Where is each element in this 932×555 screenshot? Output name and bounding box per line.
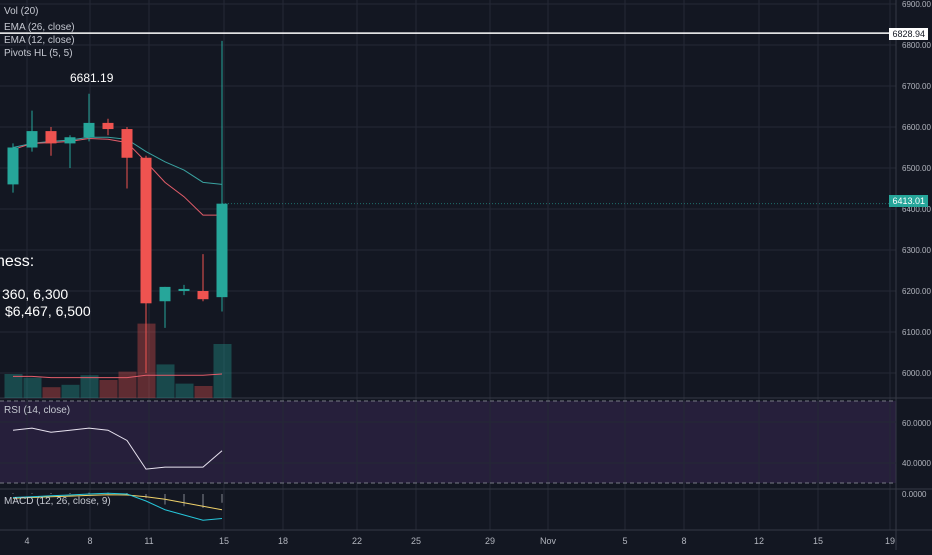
time-axis-tick: 22	[352, 536, 362, 546]
price-axis-tick: 6700.00	[902, 82, 931, 91]
time-axis-tick: 5	[622, 536, 627, 546]
volume-bar	[156, 364, 175, 398]
legend-ema12[interactable]: EMA (12, close)	[4, 35, 75, 46]
rsi-axis-tick: 60.0000	[902, 419, 931, 428]
current-price-label: 6413.01	[889, 195, 928, 207]
price-axis-tick: 6900.00	[902, 0, 931, 9]
price-axis-tick: 6600.00	[902, 123, 931, 132]
price-axis-tick: 6100.00	[902, 328, 931, 337]
time-axis-tick: 19	[885, 536, 895, 546]
time-axis-tick: 15	[219, 536, 229, 546]
price-axis-tick: 6000.00	[902, 369, 931, 378]
candle-body[interactable]	[83, 122, 95, 138]
candle-body[interactable]	[121, 129, 133, 158]
overlay-text-line2: 360, 6,300	[2, 286, 69, 302]
time-axis-tick: 29	[485, 536, 495, 546]
candle-body[interactable]	[178, 288, 190, 291]
volume-bar	[213, 344, 232, 398]
price-axis-tick: 6800.00	[902, 41, 931, 50]
chart-window[interactable]: 6900.00 6800.00 6700.00 6600.00 6500.00 6400.…	[0, 0, 932, 550]
price-axis-tick: 6200.00	[902, 287, 931, 296]
volume-bar	[118, 371, 137, 398]
time-axis-tick: 8	[681, 536, 686, 546]
legend-pivots[interactable]: Pivots HL (5, 5)	[4, 48, 73, 59]
horizontal-line-price-label: 6828.94	[889, 28, 928, 40]
time-axis-tick: 18	[278, 536, 288, 546]
legend-ema26[interactable]: EMA (26, close)	[4, 22, 75, 33]
volume-bar	[4, 374, 23, 398]
time-axis-tick: 4	[24, 536, 29, 546]
pivot-high-label: 6681.19	[70, 71, 114, 85]
volume-bar	[61, 384, 80, 398]
time-axis-tick: 8	[87, 536, 92, 546]
volume-bar	[23, 377, 42, 398]
legend-macd[interactable]: MACD (12, 26, close, 9)	[4, 496, 111, 507]
chart-canvas[interactable]: 6900.006800.006700.006600.006500.006400.…	[0, 0, 932, 550]
overlay-text-line1: ness:	[0, 253, 35, 270]
price-axis-tick: 6500.00	[902, 164, 931, 173]
volume-bar	[194, 386, 213, 398]
time-axis-tick: 25	[411, 536, 421, 546]
volume-bar	[42, 387, 61, 398]
price-axis-tick: 6300.00	[902, 246, 931, 255]
volume-bar	[80, 375, 99, 398]
candle-body[interactable]	[45, 131, 57, 144]
volume-bar	[99, 380, 118, 398]
candle-body[interactable]	[64, 137, 76, 144]
volume-bar	[175, 383, 194, 398]
legend-volume[interactable]: Vol (20)	[4, 6, 38, 17]
candle-body[interactable]	[7, 147, 19, 185]
overlay-text-line3: $6,467, 6,500	[5, 303, 91, 319]
time-axis-tick: 12	[754, 536, 764, 546]
time-axis-tick: 11	[144, 536, 153, 546]
candle-body[interactable]	[26, 131, 38, 148]
candle-body[interactable]	[216, 203, 228, 298]
candle-body[interactable]	[140, 157, 152, 304]
rsi-band	[0, 401, 896, 483]
time-axis-tick: 15	[813, 536, 823, 546]
legend-rsi[interactable]: RSI (14, close)	[4, 405, 70, 416]
time-axis-tick: Nov	[540, 536, 557, 546]
candle-body[interactable]	[159, 286, 171, 302]
candle-body[interactable]	[102, 122, 114, 130]
rsi-axis-tick: 40.0000	[902, 459, 931, 468]
macd-axis-tick: 0.0000	[902, 490, 927, 499]
candle-body[interactable]	[197, 291, 209, 300]
